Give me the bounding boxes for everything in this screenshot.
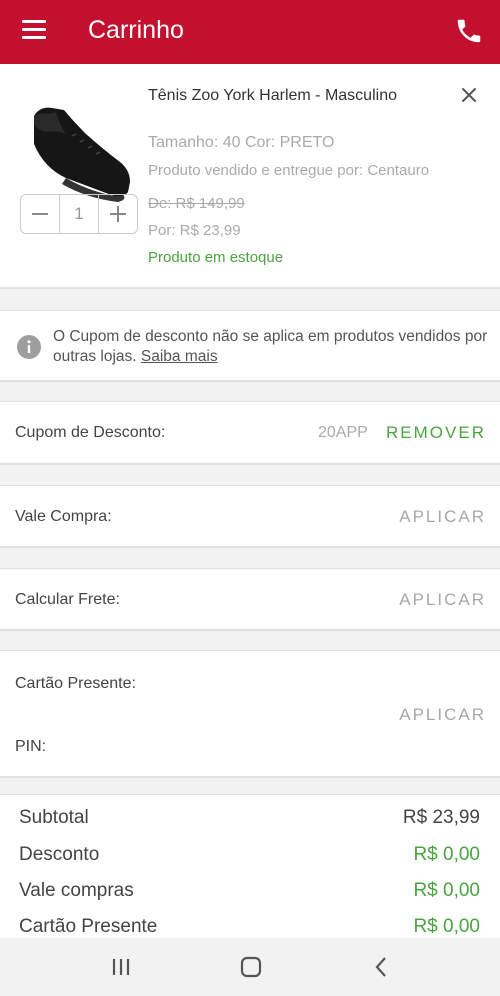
coupon-label: Cupom de Desconto:: [15, 424, 166, 441]
increment-button[interactable]: [99, 195, 137, 233]
vale-compra-row: Vale Compra: APLICAR: [0, 485, 500, 548]
info-icon: [17, 335, 41, 359]
gift-card-total-label: Cartão Presente: [19, 916, 158, 937]
pin-label[interactable]: PIN:: [15, 738, 46, 756]
apply-vale-button[interactable]: APLICAR: [399, 507, 486, 527]
order-summary: Subtotal R$ 23,99 Desconto R$ 0,00 Vale …: [0, 794, 500, 939]
page-title: Carrinho: [88, 16, 184, 44]
subtotal-value: R$ 23,99: [402, 807, 480, 828]
coupon-notice: O Cupom de desconto não se aplica em pro…: [0, 310, 500, 382]
learn-more-link[interactable]: Saiba mais: [141, 348, 218, 365]
vale-compras-label: Vale compras: [19, 880, 134, 901]
quantity-stepper: 1: [20, 194, 138, 234]
vale-compra-label: Vale Compra:: [15, 508, 112, 525]
notice-text: O Cupom de desconto não se aplica em pro…: [53, 327, 493, 367]
close-icon[interactable]: [458, 84, 480, 106]
shipping-row: Calcular Frete: APLICAR: [0, 568, 500, 631]
coupon-code: 20APP: [318, 424, 368, 441]
recents-icon[interactable]: [109, 955, 133, 979]
hamburger-menu-icon[interactable]: [22, 20, 46, 40]
back-icon[interactable]: [370, 955, 394, 979]
apply-gift-card-button[interactable]: APLICAR: [399, 705, 486, 725]
shipping-label: Calcular Frete:: [15, 591, 120, 608]
minus-icon: [32, 213, 48, 215]
product-name[interactable]: Tênis Zoo York Harlem - Masculino: [148, 87, 397, 105]
stock-status: Produto em estoque: [148, 249, 284, 266]
coupon-row: Cupom de Desconto: 20APP REMOVER: [0, 401, 500, 465]
gift-card-total-value: R$ 0,00: [413, 916, 480, 937]
discount-value: R$ 0,00: [413, 844, 480, 865]
product-seller: Produto vendido e entregue por: Centauro: [148, 162, 430, 179]
price-old: De: R$ 149,99: [148, 195, 245, 212]
phone-icon[interactable]: [454, 16, 484, 46]
home-icon[interactable]: [239, 955, 263, 979]
decrement-button[interactable]: [21, 195, 59, 233]
gift-card-row: Cartão Presente: APLICAR PIN:: [0, 650, 500, 778]
gift-card-label[interactable]: Cartão Presente:: [15, 675, 136, 693]
remove-coupon-button[interactable]: REMOVER: [386, 423, 486, 443]
app-bar: Carrinho: [0, 0, 500, 64]
price-new: Por: R$ 23,99: [148, 222, 241, 239]
notice-message: O Cupom de desconto não se aplica em pro…: [53, 328, 488, 365]
quantity-value[interactable]: 1: [59, 195, 99, 233]
discount-label: Desconto: [19, 844, 100, 865]
system-nav-bar: [0, 938, 500, 996]
vale-compras-value: R$ 0,00: [413, 880, 480, 901]
apply-shipping-button[interactable]: APLICAR: [399, 590, 486, 610]
subtotal-label: Subtotal: [19, 807, 89, 828]
product-size-color: Tamanho: 40 Cor: PRETO: [148, 134, 335, 151]
plus-icon: [110, 206, 126, 222]
cart-item: Tênis Zoo York Harlem - Masculino Tamanh…: [0, 64, 500, 289]
